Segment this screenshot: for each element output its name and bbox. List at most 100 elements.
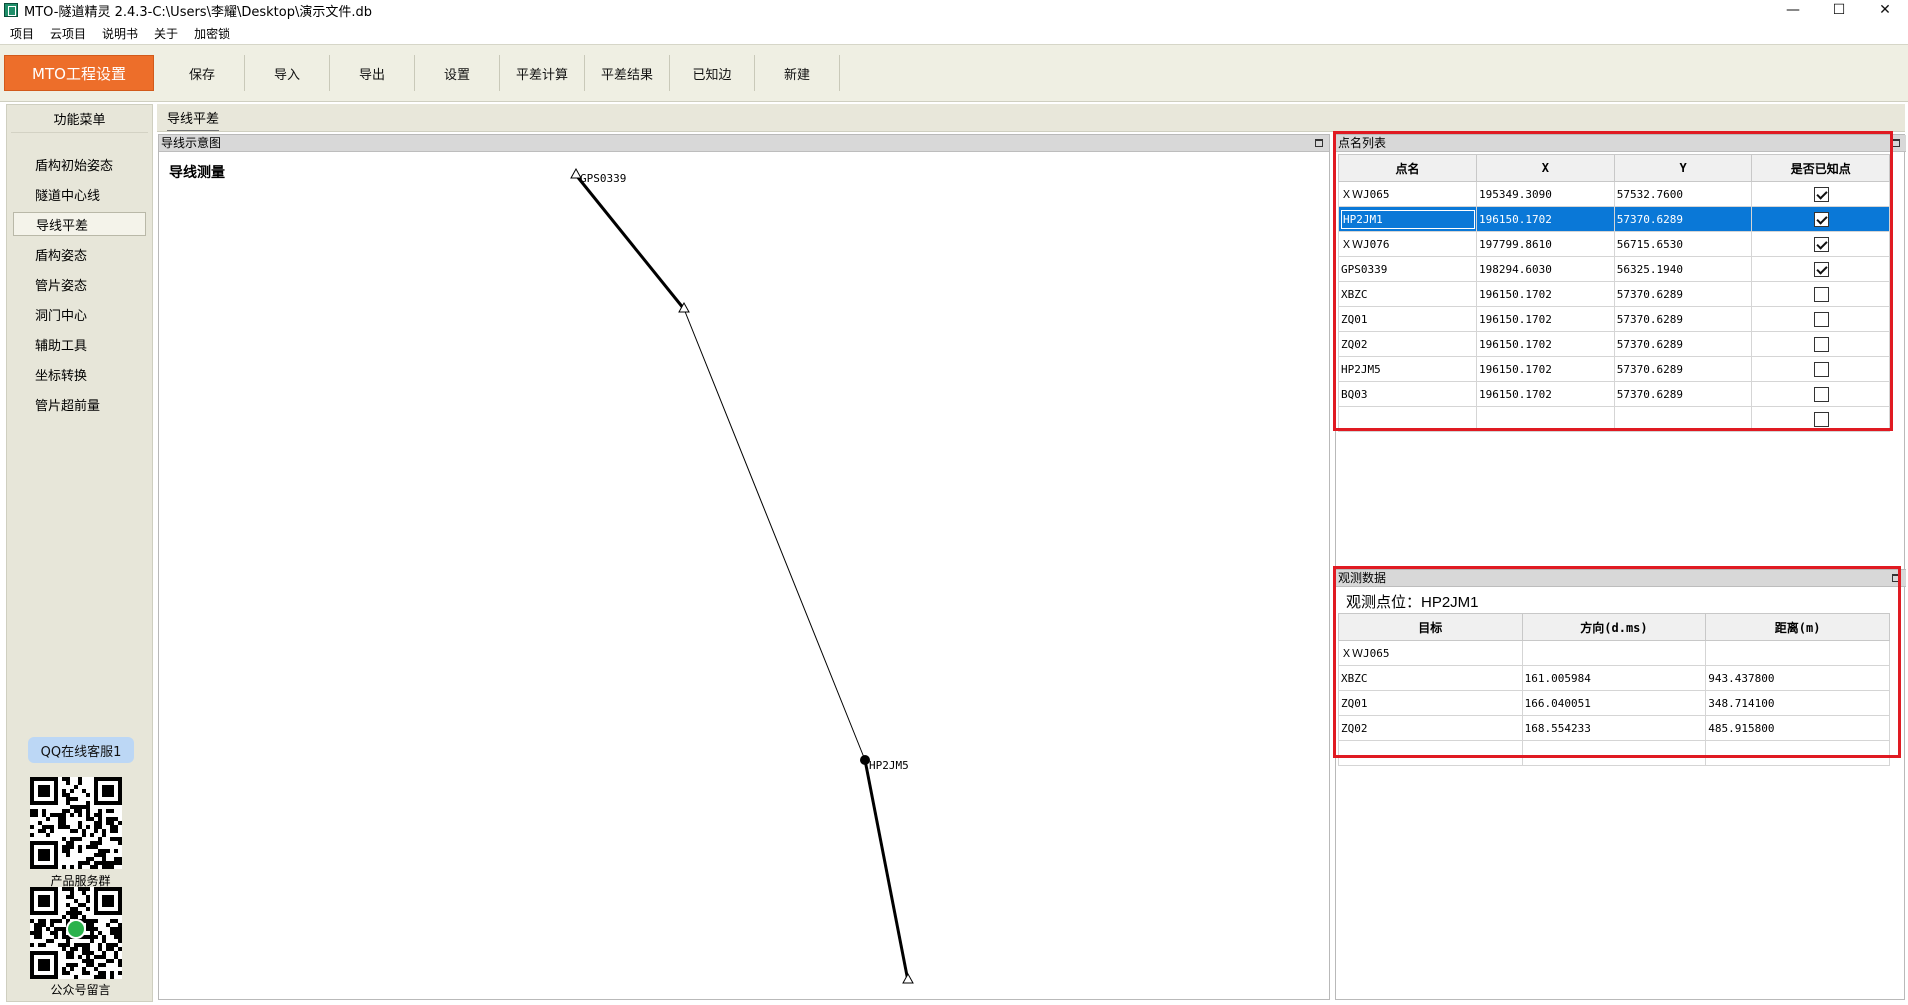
project-settings-button[interactable]: MTO工程设置 [4,55,154,91]
point-x-cell[interactable]: 196150.1702 [1475,206,1615,232]
table-row[interactable]: XBZC 196150.1702 57370.6289 [1338,281,1890,307]
point-x-cell[interactable]: 196150.1702 [1475,331,1615,357]
point-y-cell[interactable]: 57370.6289 [1613,206,1753,232]
point-y-cell[interactable]: 57370.6289 [1613,381,1753,407]
table-row[interactable] [1338,740,1890,766]
sidebar-item-tunnel-centerline[interactable]: 隧道中心线 [13,179,146,209]
tab-traverse-adjust[interactable]: 导线平差 [167,108,220,131]
known-point-checkbox[interactable] [1814,361,1830,377]
obs-target-cell[interactable]: ZQ01 [1338,690,1523,716]
point-y-cell[interactable]: 57370.6289 [1613,331,1753,357]
new-button[interactable]: 新建 [755,55,840,91]
sidebar-item-segment-pose[interactable]: 管片姿态 [13,269,146,299]
point-name-cell[interactable] [1338,406,1477,432]
sidebar-item-shield-pose[interactable]: 盾构姿态 [13,239,146,269]
menu-about[interactable]: 关于 [148,25,184,42]
close-button[interactable]: ✕ [1862,0,1908,20]
point-y-cell[interactable]: 57370.6289 [1613,356,1753,382]
point-y-cell[interactable]: 56325.1940 [1613,256,1753,282]
col-header-distance[interactable]: 距离(m) [1705,613,1890,641]
known-point-checkbox[interactable] [1814,286,1830,302]
table-row[interactable]: HP2JM1 196150.1702 57370.6289 [1338,206,1890,232]
point-name-cell[interactable]: ＸＷJ065 [1338,181,1477,207]
adjust-compute-button[interactable]: 平差计算 [500,55,585,91]
known-point-checkbox[interactable] [1814,186,1830,202]
point-x-cell[interactable]: 196150.1702 [1475,381,1615,407]
table-row[interactable]: ZQ01 166.040051 348.714100 [1338,690,1890,716]
point-name-cell[interactable]: ＸＷJ076 [1338,231,1477,257]
obs-direction-cell[interactable]: 168.554233 [1521,715,1707,741]
known-point-checkbox[interactable] [1814,311,1830,327]
obs-target-cell[interactable]: XBZC [1338,665,1523,691]
sidebar-item-traverse-adjust[interactable]: 导线平差 [13,212,146,236]
point-name-editor[interactable]: HP2JM1 [1341,209,1475,229]
col-header-y[interactable]: Y [1613,154,1753,182]
point-name-cell[interactable]: GPS0339 [1338,256,1477,282]
obs-distance-cell[interactable]: 485.915800 [1705,715,1890,741]
table-row[interactable]: ＸＷJ065 [1338,640,1890,666]
known-point-checkbox[interactable] [1814,336,1830,352]
menu-cloud-project[interactable]: 云项目 [44,25,92,42]
adjust-result-button[interactable]: 平差结果 [585,55,670,91]
table-row[interactable]: XBZC 161.005984 943.437800 [1338,665,1890,691]
menu-project[interactable]: 项目 [4,25,40,42]
point-name-cell[interactable]: ZQ01 [1338,306,1477,332]
point-x-cell[interactable]: 196150.1702 [1475,356,1615,382]
col-header-known[interactable]: 是否已知点 [1751,154,1890,182]
sidebar-item-shield-initial-pose[interactable]: 盾构初始姿态 [13,149,146,179]
known-point-checkbox[interactable] [1814,236,1830,252]
point-x-cell[interactable]: 195349.3090 [1475,181,1615,207]
maximize-button[interactable]: ☐ [1816,0,1862,20]
known-point-checkbox[interactable] [1814,386,1830,402]
point-name-cell[interactable]: XBZC [1338,281,1477,307]
sidebar-item-aux-tools[interactable]: 辅助工具 [13,329,146,359]
point-name-cell[interactable]: ZQ02 [1338,331,1477,357]
table-row[interactable]: HP2JM5 196150.1702 57370.6289 [1338,356,1890,382]
point-x-cell[interactable]: 196150.1702 [1475,281,1615,307]
col-header-direction[interactable]: 方向(d.ms) [1521,613,1707,641]
maximize-panel-icon[interactable] [1892,139,1900,147]
point-x-cell[interactable] [1475,406,1615,432]
obs-target-cell[interactable] [1338,740,1523,766]
export-button[interactable]: 导出 [330,55,415,91]
obs-distance-cell[interactable] [1705,740,1890,766]
point-y-cell[interactable] [1613,406,1753,432]
point-y-cell[interactable]: 57370.6289 [1613,281,1753,307]
obs-direction-cell[interactable] [1521,640,1707,666]
qq-support-button[interactable]: QQ在线客服1 [28,737,134,763]
menu-dongle[interactable]: 加密锁 [188,25,236,42]
obs-distance-cell[interactable]: 348.714100 [1705,690,1890,716]
maximize-panel-icon[interactable] [1892,574,1900,582]
menu-manual[interactable]: 说明书 [96,25,144,42]
obs-distance-cell[interactable] [1705,640,1890,666]
import-button[interactable]: 导入 [245,55,330,91]
point-y-cell[interactable]: 56715.6530 [1613,231,1753,257]
table-row[interactable]: BQ03 196150.1702 57370.6289 [1338,381,1890,407]
sidebar-item-coord-transform[interactable]: 坐标转换 [13,359,146,389]
table-row[interactable]: ZQ02 196150.1702 57370.6289 [1338,331,1890,357]
point-y-cell[interactable]: 57532.7600 [1613,181,1753,207]
known-edge-button[interactable]: 已知边 [670,55,755,91]
point-y-cell[interactable]: 57370.6289 [1613,306,1753,332]
point-name-cell[interactable]: HP2JM5 [1338,356,1477,382]
save-button[interactable]: 保存 [160,55,245,91]
obs-target-cell[interactable]: ＸＷJ065 [1338,640,1523,666]
col-header-target[interactable]: 目标 [1338,613,1523,641]
table-row[interactable] [1338,406,1890,432]
traverse-diagram-canvas[interactable]: GPS0339 HP2JM5 [159,135,1331,1001]
table-row[interactable]: GPS0339 198294.6030 56325.1940 [1338,256,1890,282]
obs-distance-cell[interactable]: 943.437800 [1705,665,1890,691]
table-row[interactable]: ZQ02 168.554233 485.915800 [1338,715,1890,741]
table-row[interactable]: ZQ01 196150.1702 57370.6289 [1338,306,1890,332]
point-x-cell[interactable]: 197799.8610 [1475,231,1615,257]
obs-target-cell[interactable]: ZQ02 [1338,715,1523,741]
point-name-cell[interactable]: BQ03 [1338,381,1477,407]
obs-direction-cell[interactable]: 161.005984 [1521,665,1707,691]
col-header-name[interactable]: 点名 [1338,154,1477,182]
sidebar-item-segment-advance[interactable]: 管片超前量 [13,389,146,419]
known-point-checkbox[interactable] [1814,261,1830,277]
known-point-checkbox[interactable] [1814,211,1830,227]
point-x-cell[interactable]: 198294.6030 [1475,256,1615,282]
known-point-checkbox[interactable] [1814,411,1830,427]
obs-direction-cell[interactable] [1521,740,1707,766]
